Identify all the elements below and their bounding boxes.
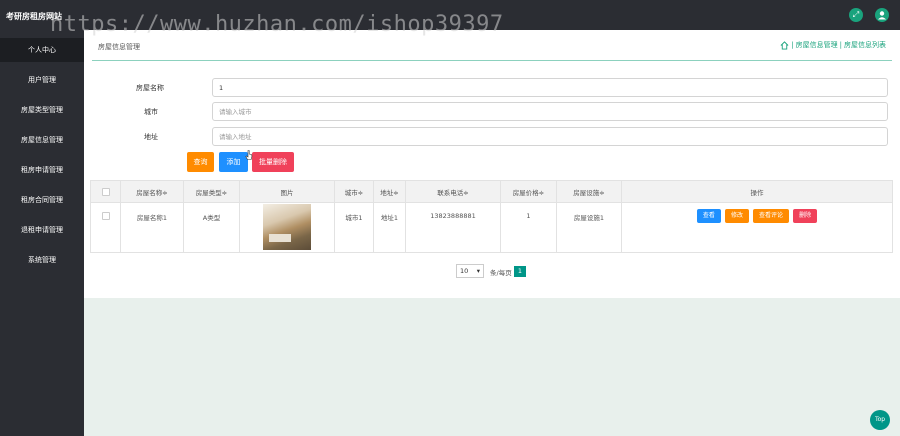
sidebar-item-rental-contracts[interactable]: 租房合同管理 [0, 188, 84, 212]
sidebar-item-house-types[interactable]: 房屋类型管理 [0, 98, 84, 122]
search-button[interactable]: 查询 [187, 152, 214, 172]
cell-house-type: A类型 [183, 202, 240, 253]
column-facility[interactable]: 房屋设施≑ [556, 180, 622, 203]
user-glyph-icon [878, 11, 886, 20]
delete-button[interactable]: 删除 [793, 209, 818, 223]
cell-price: 1 [500, 202, 557, 253]
house-name-input[interactable] [212, 78, 888, 97]
row-select-cell[interactable] [90, 202, 121, 253]
cell-facility: 房屋设施1 [556, 202, 622, 253]
cell-image [239, 202, 335, 253]
column-price[interactable]: 房屋价格≑ [500, 180, 557, 203]
page-size-select[interactable]: 10 ▾ [456, 264, 484, 278]
table-header-row: 房屋名称≑ 房屋类型≑ 图片 城市≑ 地址≑ 联系电话≑ 房屋价格≑ 房屋设施≑… [90, 180, 893, 203]
city-label: 城市 [144, 108, 158, 116]
breadcrumb: | 房屋信息管理 | 房屋信息列表 [780, 40, 886, 50]
page-size-value: 10 [460, 267, 469, 275]
sidebar-item-house-info[interactable]: 房屋信息管理 [0, 128, 84, 152]
page-title: 房屋信息管理 [98, 43, 140, 51]
hand-cursor-icon [245, 150, 253, 160]
address-input[interactable] [212, 127, 888, 146]
batch-delete-button[interactable]: 批量删除 [252, 152, 294, 172]
sidebar: 个人中心 用户管理 房屋类型管理 房屋信息管理 租房申请管理 租房合同管理 退租… [0, 30, 84, 436]
home-icon[interactable] [780, 40, 789, 50]
house-name-label: 房屋名称 [136, 84, 164, 92]
house-table: 房屋名称≑ 房屋类型≑ 图片 城市≑ 地址≑ 联系电话≑ 房屋价格≑ 房屋设施≑… [90, 180, 893, 253]
breadcrumb-separator: | [839, 41, 842, 49]
column-address[interactable]: 地址≑ [373, 180, 406, 203]
watermark: https://www.huzhan.com/ishop39397 [50, 12, 504, 37]
select-all-checkbox[interactable] [101, 187, 110, 196]
cell-house-name: 房屋名称1 [120, 202, 184, 253]
view-comments-button[interactable]: 查看评论 [753, 209, 790, 223]
edit-button[interactable]: 修改 [724, 209, 749, 223]
page-button-current[interactable]: 1 [514, 266, 526, 277]
column-house-type[interactable]: 房屋类型≑ [183, 180, 240, 203]
breadcrumb-divider [92, 60, 892, 61]
house-photo [263, 203, 311, 250]
cell-phone: 13823888881 [405, 202, 501, 253]
sidebar-item-profile[interactable]: 个人中心 [0, 38, 84, 62]
column-house-name[interactable]: 房屋名称≑ [120, 180, 184, 203]
user-icon[interactable] [875, 8, 889, 22]
column-actions: 操作 [621, 180, 893, 203]
cell-city: 城市1 [334, 202, 374, 253]
address-label: 地址 [144, 133, 158, 141]
cell-actions: 查看 修改 查看评论 删除 [621, 202, 893, 253]
column-image: 图片 [239, 180, 335, 203]
page-size-unit: 条/每页 [490, 269, 512, 277]
cell-address: 地址1 [373, 202, 406, 253]
breadcrumb-item-house-info[interactable]: 房屋信息管理 [796, 40, 838, 50]
breadcrumb-item-house-list[interactable]: 房屋信息列表 [844, 40, 886, 50]
table-row: 房屋名称1 A类型 城市1 地址1 13823888881 1 房屋设施1 查看… [90, 202, 893, 253]
back-to-top-button[interactable]: Top [870, 410, 890, 430]
column-city[interactable]: 城市≑ [334, 180, 374, 203]
select-all-cell[interactable] [90, 180, 121, 203]
view-button[interactable]: 查看 [696, 209, 721, 223]
chevron-down-icon: ▾ [476, 267, 480, 275]
sidebar-item-checkout-applications[interactable]: 退租申请管理 [0, 218, 84, 242]
column-phone[interactable]: 联系电话≑ [405, 180, 501, 203]
expand-icon[interactable]: ⤢ [849, 8, 863, 22]
sidebar-item-users[interactable]: 用户管理 [0, 68, 84, 92]
row-checkbox[interactable] [101, 212, 110, 220]
sidebar-item-rental-applications[interactable]: 租房申请管理 [0, 158, 84, 182]
add-button[interactable]: 添加 [219, 152, 248, 172]
sidebar-item-system[interactable]: 系统管理 [0, 248, 84, 272]
breadcrumb-separator: | [791, 41, 794, 49]
city-input[interactable] [212, 102, 888, 121]
